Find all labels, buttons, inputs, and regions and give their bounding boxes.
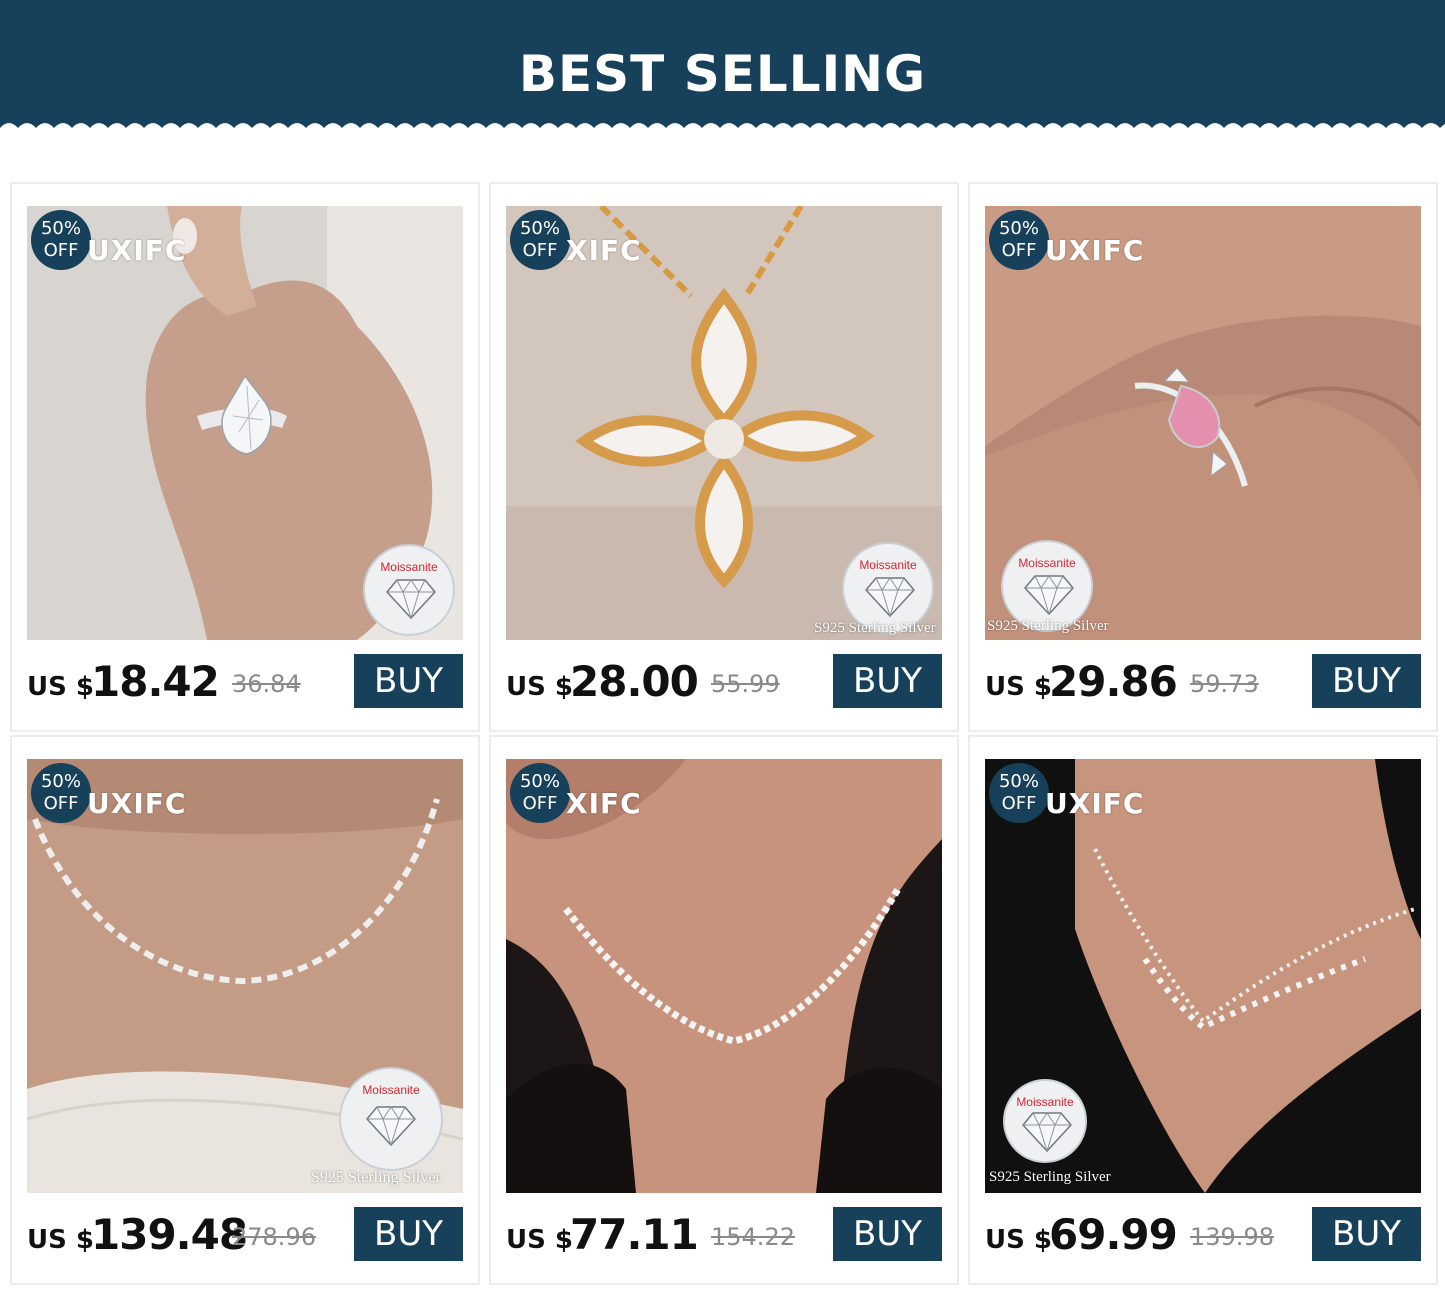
banner-title: BEST SELLING xyxy=(518,45,927,103)
brand-logo: UXIFC xyxy=(87,234,187,267)
silver-label: S925 Sterling Silver xyxy=(987,618,1109,634)
diamond-icon xyxy=(1024,575,1074,616)
product-card-1[interactable]: 50% OFF UXIFC Moissanite US $ 18.42 36.84… xyxy=(10,182,480,732)
buy-button[interactable]: BUY xyxy=(1312,654,1421,708)
discount-badge: 50% OFF xyxy=(510,210,570,270)
buy-button[interactable]: BUY xyxy=(354,654,463,708)
diamond-icon xyxy=(865,577,915,618)
tennis-necklace-photo xyxy=(506,759,942,1193)
product-photo-5[interactable]: 50% OFF XIFC xyxy=(506,759,942,1193)
product-photo-1[interactable]: 50% OFF UXIFC Moissanite xyxy=(27,206,463,640)
diamond-icon xyxy=(366,1106,416,1147)
product-photo-2[interactable]: 50% OFF XIFC Moissanite S925 Sterling Sil… xyxy=(506,206,942,640)
currency-label: US $ xyxy=(27,1225,94,1255)
silver-label: S925 Sterling Silver xyxy=(989,1169,1111,1185)
buy-button[interactable]: BUY xyxy=(1312,1207,1421,1261)
currency-label: US $ xyxy=(506,672,573,702)
original-price: 55.99 xyxy=(711,670,780,698)
brand-logo: UXIFC xyxy=(1045,787,1145,820)
price-row: US $ 28.00 55.99 BUY xyxy=(506,654,942,710)
price-row: US $ 29.86 59.73 BUY xyxy=(985,654,1421,710)
buy-button[interactable]: BUY xyxy=(354,1207,463,1261)
product-photo-4[interactable]: 50% OFF UXIFC Moissanite S925 Sterling Si… xyxy=(27,759,463,1193)
brand-logo: XIFC xyxy=(566,234,642,267)
moissanite-seal-icon: Moissanite xyxy=(1003,1079,1087,1163)
product-card-6[interactable]: 50% OFF UXIFC Moissanite S925 Sterling Si… xyxy=(968,735,1438,1285)
discount-badge: 50% OFF xyxy=(989,763,1049,823)
silver-label: S925 Sterling Silver xyxy=(311,1169,441,1186)
discount-badge: 50% OFF xyxy=(31,210,91,270)
discount-badge: 50% OFF xyxy=(31,763,91,823)
best-selling-banner: BEST SELLING xyxy=(0,0,1445,140)
price-row: US $ 139.48 278.96 BUY xyxy=(27,1207,463,1263)
product-photo-6[interactable]: 50% OFF UXIFC Moissanite S925 Sterling Si… xyxy=(985,759,1421,1193)
brand-logo: UXIFC xyxy=(87,787,187,820)
price-row: US $ 77.11 154.22 BUY xyxy=(506,1207,942,1263)
sale-price: 77.11 xyxy=(570,1210,699,1259)
discount-badge: 50% OFF xyxy=(510,763,570,823)
original-price: 36.84 xyxy=(232,670,301,698)
moissanite-seal-icon: Moissanite xyxy=(363,544,455,636)
brand-logo: UXIFC xyxy=(1045,234,1145,267)
sale-price: 28.00 xyxy=(570,657,699,706)
buy-button[interactable]: BUY xyxy=(833,1207,942,1261)
diamond-icon xyxy=(1022,1112,1072,1153)
discount-badge: 50% OFF xyxy=(989,210,1049,270)
sale-price: 29.86 xyxy=(1049,657,1178,706)
product-photo-3[interactable]: 50% OFF UXIFC Moissanite S925 Sterling Si… xyxy=(985,206,1421,640)
product-card-3[interactable]: 50% OFF UXIFC Moissanite S925 Sterling Si… xyxy=(968,182,1438,732)
currency-label: US $ xyxy=(27,672,94,702)
sale-price: 18.42 xyxy=(91,657,220,706)
brand-logo: XIFC xyxy=(566,787,642,820)
original-price: 139.98 xyxy=(1190,1223,1274,1251)
price-row: US $ 18.42 36.84 BUY xyxy=(27,654,463,710)
sale-price: 69.99 xyxy=(1049,1210,1178,1259)
original-price: 59.73 xyxy=(1190,670,1259,698)
product-card-2[interactable]: 50% OFF XIFC Moissanite S925 Sterling Sil… xyxy=(489,182,959,732)
sale-price: 139.48 xyxy=(91,1210,248,1259)
buy-button[interactable]: BUY xyxy=(833,654,942,708)
product-card-4[interactable]: 50% OFF UXIFC Moissanite S925 Sterling Si… xyxy=(10,735,480,1285)
price-row: US $ 69.99 139.98 BUY xyxy=(985,1207,1421,1263)
currency-label: US $ xyxy=(985,672,1052,702)
original-price: 154.22 xyxy=(711,1223,795,1251)
silver-label: S925 Sterling Silver xyxy=(814,620,936,636)
moissanite-seal-icon: Moissanite xyxy=(339,1067,443,1171)
diamond-icon xyxy=(386,579,436,620)
currency-label: US $ xyxy=(506,1225,573,1255)
currency-label: US $ xyxy=(985,1225,1052,1255)
scallop-edge xyxy=(0,123,1445,140)
original-price: 278.96 xyxy=(232,1223,316,1251)
product-card-5[interactable]: 50% OFF XIFC US $ 77.11 154.22 BUY xyxy=(489,735,959,1285)
